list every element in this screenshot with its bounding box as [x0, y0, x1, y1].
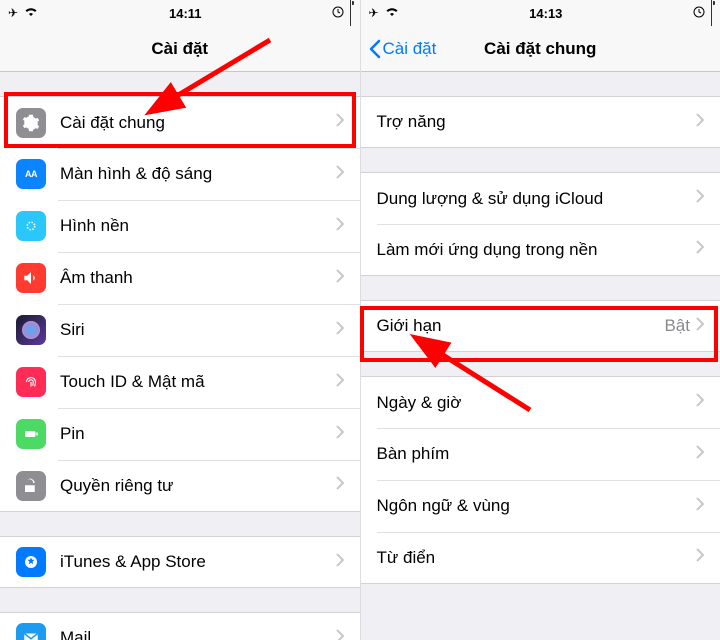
chevron-right-icon	[336, 629, 344, 640]
airplane-icon: ✈	[8, 6, 18, 20]
orientation-lock-icon	[332, 6, 344, 21]
row-label: Ngôn ngữ & vùng	[377, 496, 697, 516]
row-mail[interactable]: Mail	[0, 612, 360, 640]
row-general[interactable]: Cài đặt chung	[0, 96, 360, 148]
general-screen: ✈ 14:13 Cài đặt Cài đặt chung Trợ năng	[360, 0, 720, 640]
settings-screen: ✈ 14:11 Cài đặt Cài đặt chung	[0, 0, 360, 640]
mail-icon	[16, 623, 46, 640]
wifi-icon	[385, 6, 399, 20]
airplane-icon: ✈	[369, 6, 379, 20]
chevron-right-icon	[696, 445, 704, 464]
back-button[interactable]: Cài đặt	[369, 39, 437, 59]
row-value: Bật	[664, 316, 690, 336]
row-label: Trợ năng	[377, 112, 697, 132]
row-label: Mail	[60, 628, 336, 640]
chevron-right-icon	[696, 548, 704, 567]
row-bgrefresh[interactable]: Làm mới ứng dụng trong nền	[361, 224, 720, 276]
row-language[interactable]: Ngôn ngữ & vùng	[361, 480, 720, 532]
row-siri[interactable]: Siri	[0, 304, 360, 356]
chevron-right-icon	[336, 321, 344, 340]
touchid-icon	[16, 367, 46, 397]
nav-bar: Cài đặt	[0, 26, 360, 72]
row-label: iTunes & App Store	[60, 552, 336, 572]
chevron-right-icon	[696, 113, 704, 132]
row-datetime[interactable]: Ngày & giờ	[361, 376, 720, 428]
status-time: 14:11	[169, 6, 202, 21]
row-keyboard[interactable]: Bàn phím	[361, 428, 720, 480]
row-label: Cài đặt chung	[60, 113, 336, 133]
chevron-right-icon	[696, 189, 704, 208]
chevron-right-icon	[336, 476, 344, 495]
row-label: Pin	[60, 424, 336, 444]
row-label: Âm thanh	[60, 268, 336, 288]
battery-icon	[711, 0, 712, 27]
chevron-right-icon	[336, 425, 344, 444]
siri-icon	[16, 315, 46, 345]
row-label: Bàn phím	[377, 444, 697, 464]
chevron-right-icon	[336, 217, 344, 236]
row-label: Ngày & giờ	[377, 393, 697, 413]
row-touchid[interactable]: Touch ID & Mật mã	[0, 356, 360, 408]
settings-list: Cài đặt chung AA Màn hình & độ sáng Hình…	[0, 72, 360, 640]
status-time: 14:13	[529, 6, 562, 21]
row-label: Làm mới ứng dụng trong nền	[377, 240, 697, 260]
battery-icon	[16, 419, 46, 449]
battery-icon	[350, 0, 351, 27]
display-icon: AA	[16, 159, 46, 189]
gear-icon	[16, 108, 46, 138]
row-battery[interactable]: Pin	[0, 408, 360, 460]
status-bar: ✈ 14:13	[361, 0, 720, 26]
chevron-right-icon	[336, 269, 344, 288]
row-display[interactable]: AA Màn hình & độ sáng	[0, 148, 360, 200]
chevron-right-icon	[336, 373, 344, 392]
wallpaper-icon	[16, 211, 46, 241]
privacy-icon	[16, 471, 46, 501]
back-label: Cài đặt	[383, 39, 437, 59]
orientation-lock-icon	[693, 6, 705, 21]
row-privacy[interactable]: Quyền riêng tư	[0, 460, 360, 512]
row-label: Hình nền	[60, 216, 336, 236]
row-label: Touch ID & Mật mã	[60, 372, 336, 392]
chevron-right-icon	[696, 393, 704, 412]
chevron-right-icon	[336, 113, 344, 132]
row-label: Quyền riêng tư	[60, 476, 336, 496]
page-title: Cài đặt	[151, 39, 208, 59]
row-accessibility[interactable]: Trợ năng	[361, 96, 720, 148]
row-storage[interactable]: Dung lượng & sử dụng iCloud	[361, 172, 720, 224]
row-restrictions[interactable]: Giới hạn Bật	[361, 300, 720, 352]
row-label: Từ điển	[377, 548, 697, 568]
row-label: Dung lượng & sử dụng iCloud	[377, 189, 697, 209]
row-dictionary[interactable]: Từ điển	[361, 532, 720, 584]
chevron-right-icon	[336, 553, 344, 572]
appstore-icon	[16, 547, 46, 577]
row-wallpaper[interactable]: Hình nền	[0, 200, 360, 252]
page-title: Cài đặt chung	[484, 39, 596, 59]
nav-bar: Cài đặt Cài đặt chung	[361, 26, 720, 72]
row-label: Giới hạn	[377, 316, 665, 336]
row-label: Màn hình & độ sáng	[60, 164, 336, 184]
chevron-right-icon	[696, 240, 704, 259]
chevron-right-icon	[696, 317, 704, 336]
chevron-right-icon	[336, 165, 344, 184]
row-label: Siri	[60, 320, 336, 340]
wifi-icon	[24, 6, 38, 20]
sound-icon	[16, 263, 46, 293]
row-sound[interactable]: Âm thanh	[0, 252, 360, 304]
status-bar: ✈ 14:11	[0, 0, 360, 26]
general-list: Trợ năng Dung lượng & sử dụng iCloud Làm…	[361, 72, 720, 640]
row-appstore[interactable]: iTunes & App Store	[0, 536, 360, 588]
chevron-right-icon	[696, 497, 704, 516]
